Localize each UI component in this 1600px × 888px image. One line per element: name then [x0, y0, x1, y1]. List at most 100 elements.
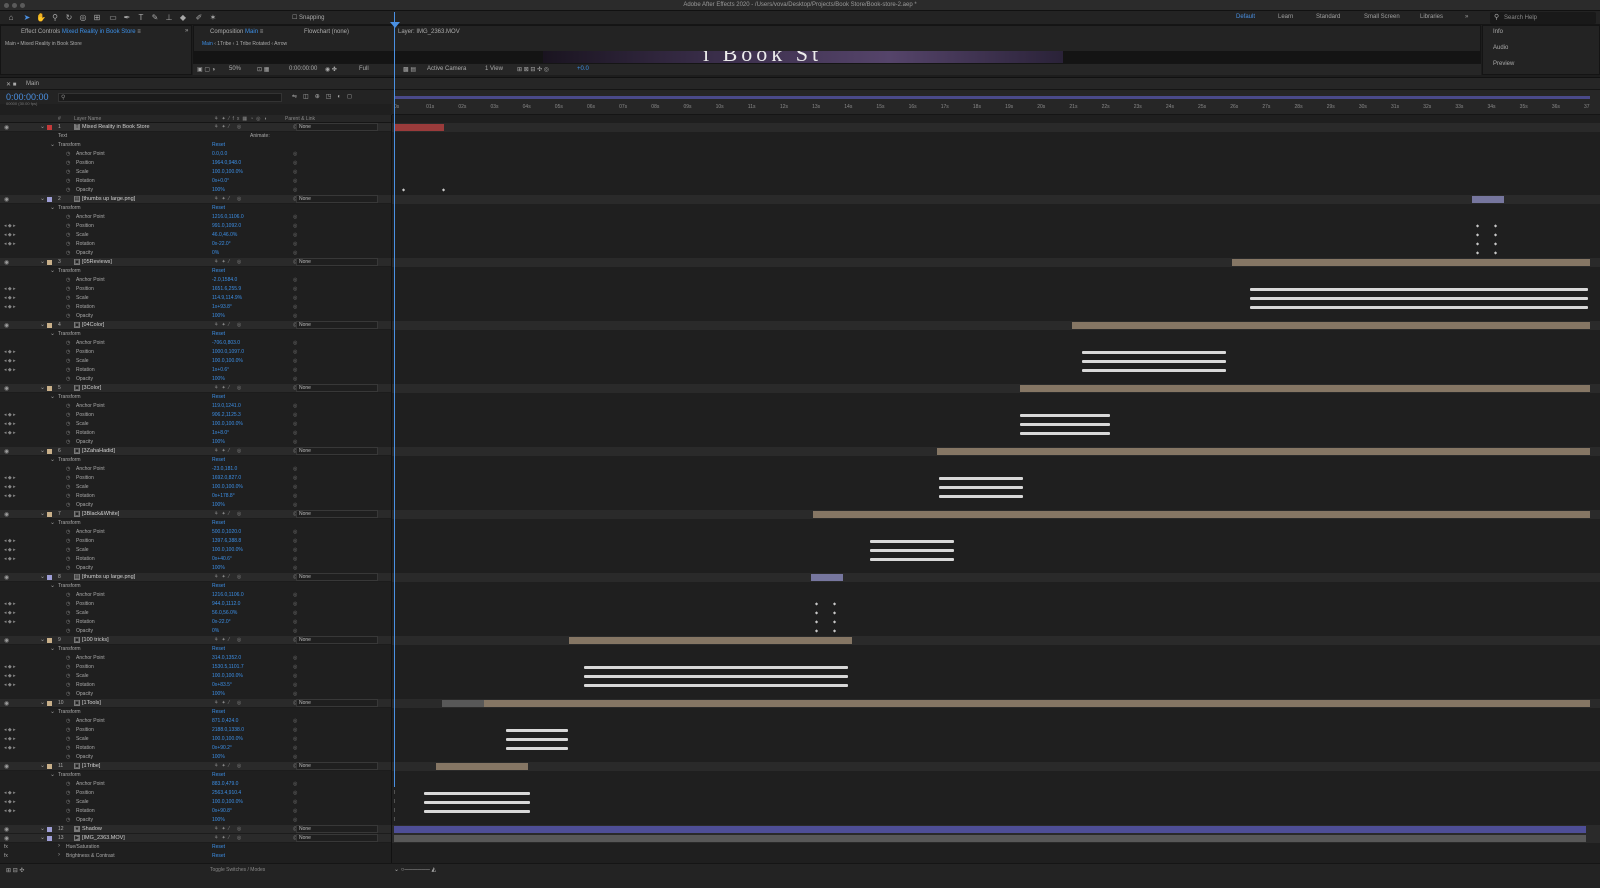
property-pickwhip-icon[interactable]: ◎ — [293, 223, 297, 229]
stopwatch-icon[interactable]: ◷ — [66, 538, 70, 544]
keyframe-span[interactable] — [939, 486, 1023, 489]
keyframe-navigator-icon[interactable]: ◂ ◆ ▸ — [4, 421, 16, 427]
keyframe-span[interactable] — [584, 666, 848, 669]
keyframe-diamond-icon[interactable]: ◆ — [833, 628, 836, 633]
twirl-chevron-icon[interactable]: ⌄ — [40, 510, 45, 517]
preview-panel-tab[interactable]: Preview — [1493, 61, 1514, 67]
property-value[interactable]: 944.0,1112.0 — [212, 601, 240, 607]
transform-twirl-icon[interactable]: ⌄ — [50, 330, 55, 337]
property-value[interactable]: 56.0,56.0% — [212, 610, 237, 616]
property-value[interactable]: 1x+93.8° — [212, 304, 232, 310]
visibility-eye-icon[interactable]: ◉ — [4, 511, 9, 518]
keyframe-span[interactable] — [506, 738, 568, 741]
keyframe-navigator-icon[interactable]: ◂ ◆ ▸ — [4, 295, 16, 301]
timeline-tab-main[interactable]: Main — [26, 81, 39, 87]
stopwatch-icon[interactable]: ◷ — [66, 781, 70, 787]
transform-label[interactable]: Transform — [58, 772, 81, 778]
property-pickwhip-icon[interactable]: ◎ — [293, 808, 297, 814]
fx-icon[interactable]: fx — [4, 844, 8, 850]
property-pickwhip-icon[interactable]: ◎ — [293, 790, 297, 796]
keyframe-diamond-icon[interactable]: ◆ — [402, 187, 405, 192]
effect-controls-tab[interactable]: Effect Controls Mixed Reality in Book St… — [21, 29, 141, 35]
property-value[interactable]: 500.0,1020.0 — [212, 529, 241, 535]
twirl-chevron-icon[interactable]: ⌄ — [40, 573, 45, 580]
layer-row[interactable]: ◉⌄12★Shadow⚘✦⁄ ◎@None — [0, 825, 1600, 834]
keyframe-navigator-icon[interactable]: ◂ ◆ ▸ — [4, 790, 16, 796]
layer-row[interactable]: ◉⌄13▶[IMG_2363.MOV]⚘✦⁄ ◎@None — [0, 834, 1600, 843]
parent-select[interactable]: None — [296, 825, 378, 833]
keyframe-diamond-icon[interactable]: ◆ — [1494, 241, 1497, 246]
property-value[interactable]: 1216.0,1106.0 — [212, 592, 244, 598]
property-pickwhip-icon[interactable]: ◎ — [293, 412, 297, 418]
keyframe-diamond-icon[interactable]: ◆ — [833, 619, 836, 624]
property-pickwhip-icon[interactable]: ◎ — [293, 367, 297, 373]
keyframe-span[interactable] — [1020, 432, 1110, 435]
property-pickwhip-icon[interactable]: ◎ — [293, 430, 297, 436]
transform-twirl-icon[interactable]: ⌄ — [50, 204, 55, 211]
property-value[interactable]: 1530.5,1101.7 — [212, 664, 244, 670]
layer-name[interactable]: Shadow — [82, 826, 102, 832]
property-value[interactable]: 100.0,100.0% — [212, 169, 243, 175]
keyframe-diamond-icon[interactable]: ◆ — [833, 601, 836, 606]
layer-row[interactable]: ◉⌄8▤[thumbs up large.png]⚘✦⁄ ◎@None — [0, 573, 1600, 582]
stopwatch-icon[interactable]: ◷ — [66, 439, 70, 445]
property-pickwhip-icon[interactable]: ◎ — [293, 232, 297, 238]
label-color-swatch[interactable] — [47, 449, 52, 454]
keyframe-navigator-icon[interactable]: ◂ ◆ ▸ — [4, 493, 16, 499]
property-pickwhip-icon[interactable]: ◎ — [293, 619, 297, 625]
stopwatch-icon[interactable]: ◷ — [66, 727, 70, 733]
property-value[interactable]: 1x+8.0° — [212, 430, 229, 436]
property-value[interactable]: 100% — [212, 691, 225, 697]
keyframe-diamond-icon[interactable]: ◆ — [1494, 250, 1497, 255]
layer-switches-icons[interactable]: ⚘✦⁄ ◎ — [214, 574, 244, 580]
parent-select[interactable]: None — [296, 636, 378, 644]
property-value[interactable]: 1000.0,1097.0 — [212, 349, 244, 355]
transform-label[interactable]: Transform — [58, 646, 81, 652]
twirl-chevron-icon[interactable]: ⌄ — [40, 321, 45, 328]
crumb-1tribe[interactable]: 1Tribe — [217, 41, 231, 47]
text-group-label[interactable]: Text — [58, 133, 67, 139]
layer-row[interactable]: ◉⌄9▣[100 tricks]⚘✦⁄ ◎@None — [0, 636, 1600, 645]
property-pickwhip-icon[interactable]: ◎ — [293, 538, 297, 544]
layer-duration-bar[interactable] — [394, 826, 1586, 833]
property-pickwhip-icon[interactable]: ◎ — [293, 178, 297, 184]
keyframe-span[interactable] — [1082, 360, 1226, 363]
keyframe-diamond-icon[interactable]: ◆ — [833, 610, 836, 615]
clone-stamp-tool-icon[interactable]: ⊥ — [164, 13, 174, 23]
layer-name[interactable]: [1Tools] — [82, 700, 101, 706]
layer-duration-bar[interactable] — [811, 574, 843, 581]
home-icon[interactable]: ⌂ — [6, 13, 16, 23]
workspace-learn[interactable]: Learn — [1278, 14, 1293, 20]
visibility-eye-icon[interactable]: ◉ — [4, 448, 9, 455]
property-value[interactable]: 883.0,479.0 — [212, 781, 238, 787]
visibility-eye-icon[interactable]: ◉ — [4, 259, 9, 266]
transform-label[interactable]: Transform — [58, 142, 81, 148]
visibility-eye-icon[interactable]: ◉ — [4, 124, 9, 131]
region-icon[interactable]: ⊡ ▦ — [257, 66, 269, 73]
parent-select[interactable]: None — [296, 195, 378, 203]
layer-row[interactable]: ◉⌄10▣[1Tools]⚘✦⁄ ◎@None — [0, 699, 1600, 708]
property-value[interactable]: -706.0,803.0 — [212, 340, 240, 346]
property-value[interactable]: 100.0,100.0% — [212, 421, 243, 427]
stopwatch-icon[interactable]: ◷ — [66, 340, 70, 346]
effect-twirl-icon[interactable]: › — [58, 852, 60, 858]
keyframe-diamond-icon[interactable]: ◆ — [1494, 232, 1497, 237]
property-pickwhip-icon[interactable]: ◎ — [293, 529, 297, 535]
property-value[interactable]: 100.0,100.0% — [212, 736, 243, 742]
parent-select[interactable]: None — [296, 834, 378, 842]
zoom-select[interactable]: 50% — [229, 66, 241, 72]
label-color-swatch[interactable] — [47, 836, 52, 841]
stopwatch-icon[interactable]: ◷ — [66, 529, 70, 535]
stopwatch-icon[interactable]: ◷ — [66, 664, 70, 670]
view-layout-select[interactable]: 1 View — [485, 66, 503, 72]
transform-twirl-icon[interactable]: ⌄ — [50, 267, 55, 274]
property-pickwhip-icon[interactable]: ◎ — [293, 682, 297, 688]
property-pickwhip-icon[interactable]: ◎ — [293, 736, 297, 742]
grid-guides-icon[interactable]: ▣ ▢ ◑ — [197, 66, 215, 73]
layer-name[interactable]: [IMG_2363.MOV] — [82, 835, 125, 841]
keyframe-navigator-icon[interactable]: ◂ ◆ ▸ — [4, 358, 16, 364]
transform-reset-link[interactable]: Reset — [212, 205, 225, 211]
keyframe-span[interactable] — [870, 558, 954, 561]
layer-duration-bar[interactable] — [436, 763, 528, 770]
property-value[interactable]: -23.0,181.0 — [212, 466, 237, 472]
